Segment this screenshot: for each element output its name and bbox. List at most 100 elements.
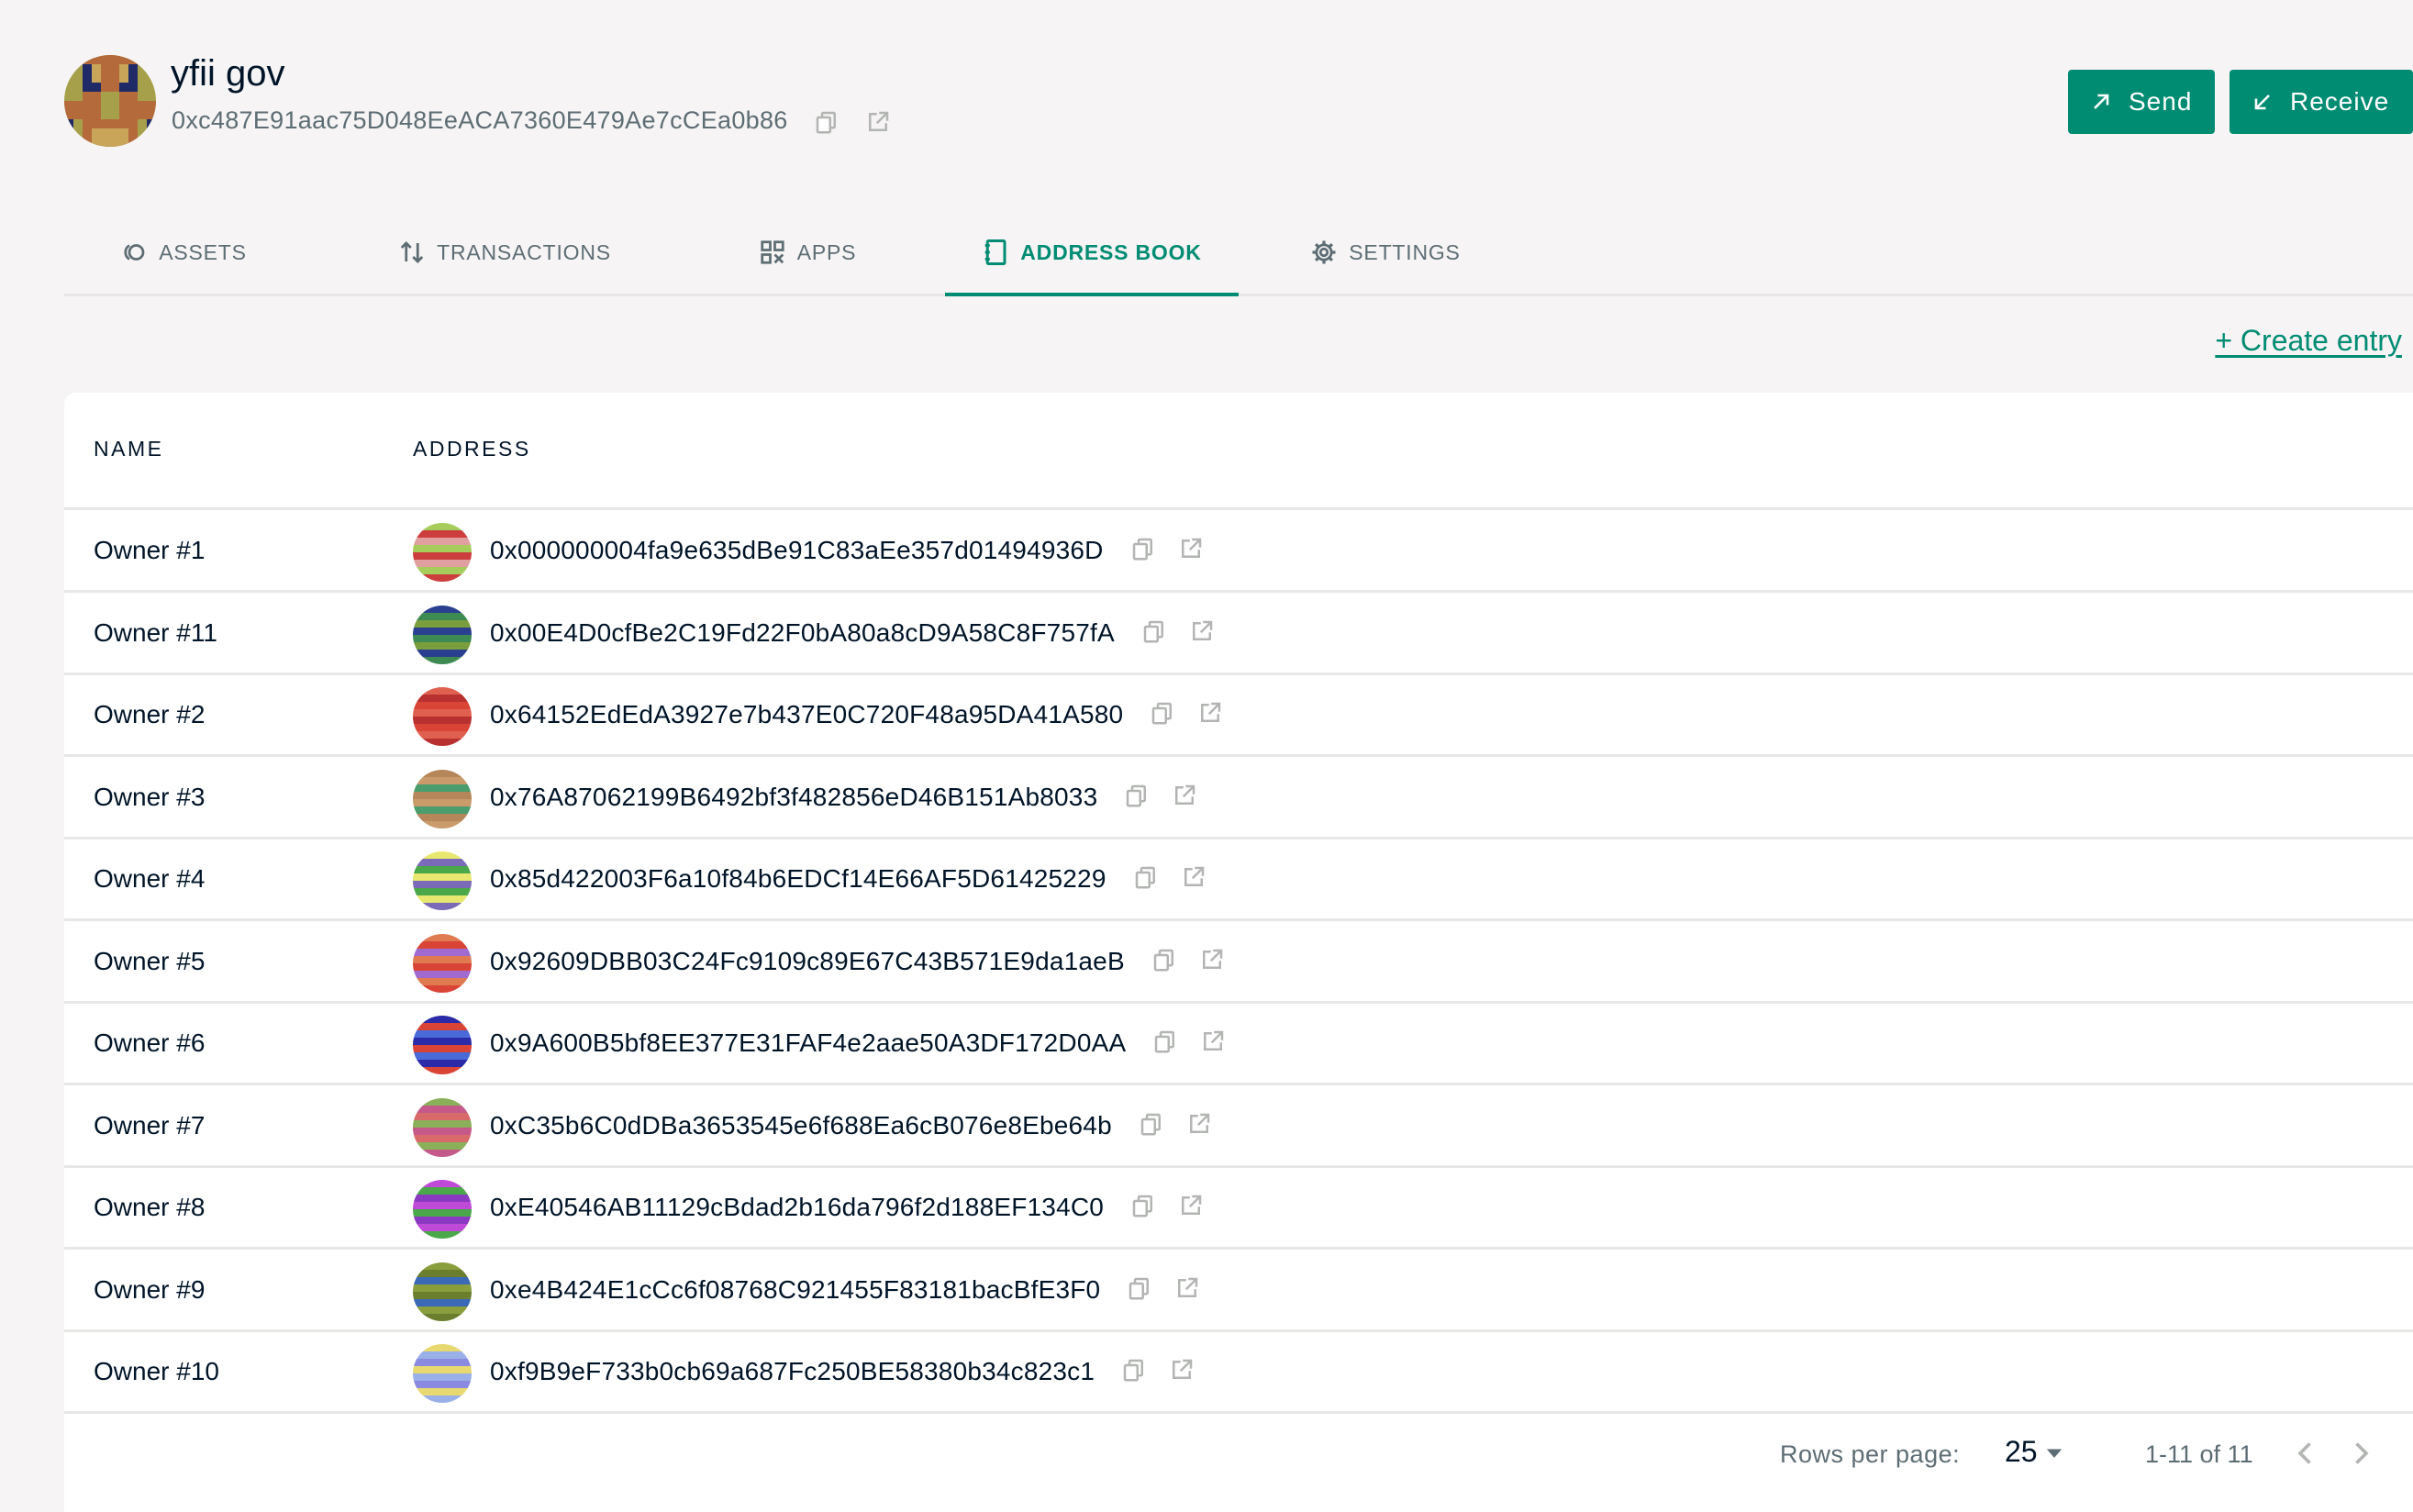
column-header-address[interactable]: ADDRESS (413, 437, 531, 461)
tab-address-book[interactable]: ADDRESS BOOK (945, 211, 1239, 296)
external-link-icon[interactable] (1171, 782, 1198, 809)
owner-name: Owner #3 (94, 782, 206, 811)
address-avatar (413, 933, 472, 993)
address-book-icon (985, 239, 1006, 265)
address-avatar (413, 1097, 472, 1157)
address-actions (1138, 1110, 1213, 1138)
copy-icon[interactable] (1120, 1356, 1148, 1384)
table-row[interactable]: Owner #2 0x64152EdEdA3927e7b437E0C720F48… (64, 674, 2413, 757)
safe-header: yfii gov 0xc487E91aac75D048EeACA7360E479… (64, 53, 2413, 154)
external-link-icon[interactable] (1198, 946, 1226, 973)
tab-assets-label: ASSETS (159, 239, 247, 264)
copy-icon[interactable] (1132, 863, 1160, 891)
rows-per-page-select[interactable]: 25 (2005, 1435, 2067, 1469)
table-row[interactable]: Owner #3 0x76A87062199B6492bf3f482856eD4… (64, 757, 2413, 839)
owner-address: 0xC35b6C0dDBa3653545e6f688Ea6cB076e8Ebe6… (490, 1110, 1112, 1140)
arrow-down-left-icon (2254, 94, 2270, 110)
receive-button[interactable]: Receive (2230, 70, 2413, 134)
table-row[interactable]: Owner #7 0xC35b6C0dDBa3653545e6f688Ea6cB… (64, 1085, 2413, 1168)
address-actions (1129, 1192, 1205, 1219)
copy-icon[interactable] (1149, 699, 1176, 727)
address-actions (1123, 782, 1198, 809)
owner-address: 0xf9B9eF733b0cb69a687Fc250BE58380b34c823… (490, 1357, 1095, 1385)
owner-name: Owner #9 (94, 1274, 206, 1304)
copy-icon[interactable] (1151, 1028, 1179, 1055)
table-row[interactable]: Owner #1 0x000000004fa9e635dBe91C83aEe35… (64, 510, 2413, 593)
tab-apps-label: APPS (796, 239, 857, 264)
owner-name: Owner #6 (94, 1028, 206, 1057)
copy-icon[interactable] (1138, 1110, 1165, 1138)
address-actions (1132, 863, 1207, 891)
owner-name: Owner #4 (94, 864, 206, 893)
address-book-table: NAME ADDRESS Owner #1 0x000000004fa9e635… (64, 393, 2413, 1512)
external-link-icon[interactable] (1199, 1028, 1227, 1055)
owner-name: Owner #5 (94, 946, 206, 975)
transactions-icon (400, 241, 424, 263)
external-link-icon[interactable] (864, 108, 892, 136)
address-actions (1120, 1356, 1195, 1384)
external-link-icon[interactable] (1185, 1110, 1213, 1138)
copy-icon[interactable] (1123, 782, 1151, 809)
owner-address: 0x00E4D0cfBe2C19Fd22F0bA80a8cD9A58C8F757… (490, 617, 1115, 647)
table-row[interactable]: Owner #4 0x85d422003F6a10f84b6EDCf14E66A… (64, 839, 2413, 921)
caret-down-icon (2046, 1449, 2062, 1458)
address-actions (1126, 1274, 1201, 1302)
owner-address: 0x85d422003F6a10f84b6EDCf14E66AF5D614252… (490, 864, 1106, 893)
table-row[interactable]: Owner #8 0xE40546AB11129cBdad2b16da796f2… (64, 1167, 2413, 1250)
external-link-icon[interactable] (1177, 535, 1205, 562)
copy-icon[interactable] (1129, 535, 1157, 562)
address-avatar (413, 851, 472, 910)
address-actions (1129, 535, 1205, 562)
copy-icon[interactable] (813, 108, 840, 136)
table-row[interactable]: Owner #11 0x00E4D0cfBe2C19Fd22F0bA80a8cD… (64, 593, 2413, 675)
external-link-icon[interactable] (1180, 863, 1207, 891)
external-link-icon[interactable] (1173, 1274, 1201, 1302)
owner-name: Owner #7 (94, 1110, 206, 1140)
address-avatar (413, 523, 472, 582)
table-row[interactable]: Owner #9 0xe4B424E1cCc6f08768C921455F831… (64, 1250, 2413, 1332)
copy-icon[interactable] (1140, 617, 1168, 645)
external-link-icon[interactable] (1188, 617, 1216, 645)
address-avatar (413, 687, 472, 746)
table-row[interactable]: Owner #6 0x9A600B5bf8EE377E31FAF4e2aae50… (64, 1003, 2413, 1085)
owner-address: 0xe4B424E1cCc6f08768C921455F83181bacBfE3… (490, 1274, 1101, 1304)
owner-address: 0x000000004fa9e635dBe91C83aEe357d0149493… (490, 536, 1104, 564)
address-actions (1151, 1028, 1227, 1055)
external-link-icon[interactable] (1168, 1356, 1195, 1384)
address-avatar (413, 1016, 472, 1074)
owner-address: 0x9A600B5bf8EE377E31FAF4e2aae50A3DF172D0… (490, 1028, 1127, 1057)
previous-page-icon[interactable] (2289, 1437, 2322, 1470)
create-entry-link[interactable]: + Create entry (2215, 324, 2402, 358)
tab-transactions[interactable]: TRANSACTIONS (395, 211, 615, 294)
gear-icon (1312, 240, 1336, 264)
owner-address: 0xE40546AB11129cBdad2b16da796f2d188EF134… (490, 1193, 1105, 1221)
address-avatar (413, 605, 472, 664)
owner-address: 0x64152EdEdA3927e7b437E0C720F48a95DA41A5… (490, 700, 1124, 728)
table-row[interactable]: Owner #5 0x92609DBB03C24Fc9109c89E67C43B… (64, 921, 2413, 1004)
next-page-icon[interactable] (2344, 1437, 2377, 1470)
owner-address: 0x76A87062199B6492bf3f482856eD46B151Ab80… (490, 782, 1098, 811)
column-header-name[interactable]: NAME (94, 437, 163, 461)
owner-name: Owner #11 (94, 617, 217, 647)
copy-icon[interactable] (1126, 1274, 1153, 1302)
rows-per-page-label: Rows per page: (1780, 1440, 1961, 1468)
table-pagination: Rows per page: 25 1-11 of 11 (64, 1411, 2413, 1512)
address-actions (1140, 617, 1216, 645)
send-label: Send (2129, 87, 2193, 116)
owner-name: Owner #10 (94, 1357, 219, 1385)
external-link-icon[interactable] (1196, 699, 1224, 727)
safe-avatar (64, 55, 156, 147)
tab-address-book-label: ADDRESS BOOK (1020, 239, 1202, 264)
copy-icon[interactable] (1129, 1192, 1157, 1219)
copy-icon[interactable] (1151, 946, 1178, 973)
table-row[interactable]: Owner #10 0xf9B9eF733b0cb69a687Fc250BE58… (64, 1331, 2413, 1414)
tab-assets[interactable]: ASSETS (119, 211, 248, 294)
address-avatar (413, 769, 472, 828)
tab-apps[interactable]: APPS (743, 211, 872, 294)
external-link-icon[interactable] (1177, 1192, 1205, 1219)
tab-settings[interactable]: SETTINGS (1294, 211, 1477, 294)
address-avatar (413, 1262, 472, 1321)
tab-transactions-label: TRANSACTIONS (437, 239, 611, 264)
tab-settings-label: SETTINGS (1349, 239, 1461, 264)
send-button[interactable]: Send (2068, 70, 2215, 134)
